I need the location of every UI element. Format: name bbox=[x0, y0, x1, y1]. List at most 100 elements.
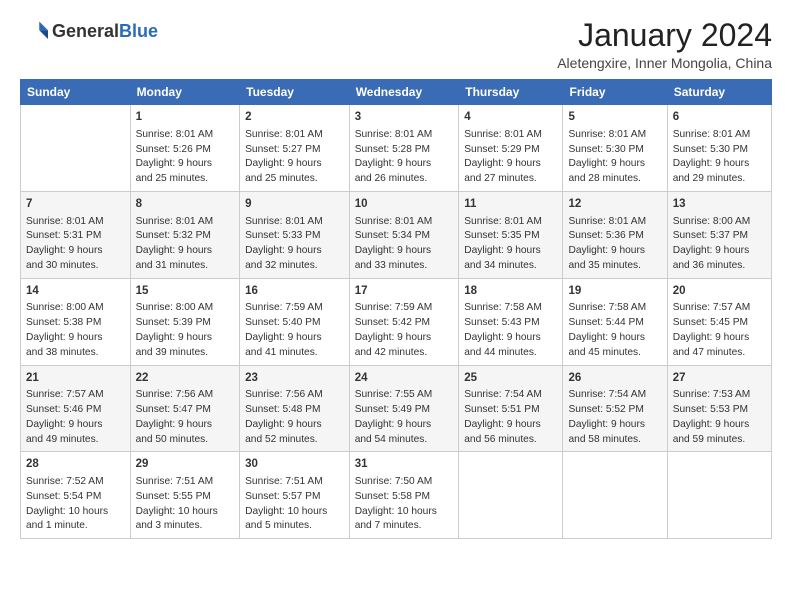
cell-text: and 33 minutes. bbox=[355, 259, 454, 274]
page: GeneralBlue January 2024 Aletengxire, In… bbox=[0, 0, 792, 549]
cell-text: and 49 minutes. bbox=[26, 433, 125, 448]
date-number: 10 bbox=[355, 196, 454, 213]
date-number: 11 bbox=[464, 196, 557, 213]
cell-text: Sunrise: 8:01 AM bbox=[245, 215, 344, 230]
calendar-cell bbox=[21, 105, 131, 192]
cell-text: and 32 minutes. bbox=[245, 259, 344, 274]
cell-text: Daylight: 9 hours bbox=[245, 157, 344, 172]
date-number: 23 bbox=[245, 370, 344, 387]
cell-text: Sunset: 5:47 PM bbox=[136, 403, 235, 418]
cell-text: Sunset: 5:44 PM bbox=[568, 316, 661, 331]
cell-text: and 25 minutes. bbox=[136, 172, 235, 187]
cell-text: and 52 minutes. bbox=[245, 433, 344, 448]
calendar-cell: 28Sunrise: 7:52 AMSunset: 5:54 PMDayligh… bbox=[21, 452, 131, 539]
title-block: January 2024 Aletengxire, Inner Mongolia… bbox=[557, 18, 772, 71]
cell-text: Sunrise: 8:00 AM bbox=[26, 301, 125, 316]
cell-text: Daylight: 10 hours bbox=[26, 505, 125, 520]
cell-text: Daylight: 9 hours bbox=[245, 418, 344, 433]
cell-text: Sunrise: 8:01 AM bbox=[464, 215, 557, 230]
day-header-friday: Friday bbox=[563, 80, 667, 105]
date-number: 28 bbox=[26, 456, 125, 473]
calendar-cell: 24Sunrise: 7:55 AMSunset: 5:49 PMDayligh… bbox=[349, 365, 459, 452]
cell-text: Daylight: 9 hours bbox=[355, 244, 454, 259]
cell-text: Sunset: 5:42 PM bbox=[355, 316, 454, 331]
cell-text: Daylight: 9 hours bbox=[355, 418, 454, 433]
date-number: 21 bbox=[26, 370, 125, 387]
calendar-week-row: 21Sunrise: 7:57 AMSunset: 5:46 PMDayligh… bbox=[21, 365, 772, 452]
cell-text: Daylight: 10 hours bbox=[355, 505, 454, 520]
date-number: 3 bbox=[355, 109, 454, 126]
cell-text: Daylight: 9 hours bbox=[673, 244, 766, 259]
calendar-cell: 19Sunrise: 7:58 AMSunset: 5:44 PMDayligh… bbox=[563, 278, 667, 365]
date-number: 17 bbox=[355, 283, 454, 300]
cell-text: Daylight: 9 hours bbox=[26, 418, 125, 433]
cell-text: Sunrise: 7:51 AM bbox=[136, 475, 235, 490]
cell-text: Sunrise: 7:50 AM bbox=[355, 475, 454, 490]
calendar-cell bbox=[667, 452, 771, 539]
cell-text: Sunset: 5:43 PM bbox=[464, 316, 557, 331]
day-header-monday: Monday bbox=[130, 80, 240, 105]
cell-text: and 30 minutes. bbox=[26, 259, 125, 274]
cell-text: Sunset: 5:33 PM bbox=[245, 229, 344, 244]
cell-text: and 35 minutes. bbox=[568, 259, 661, 274]
date-number: 30 bbox=[245, 456, 344, 473]
cell-text: Sunset: 5:30 PM bbox=[568, 143, 661, 158]
day-header-saturday: Saturday bbox=[667, 80, 771, 105]
date-number: 18 bbox=[464, 283, 557, 300]
header: GeneralBlue January 2024 Aletengxire, In… bbox=[20, 18, 772, 71]
calendar-cell: 1Sunrise: 8:01 AMSunset: 5:26 PMDaylight… bbox=[130, 105, 240, 192]
cell-text: Sunrise: 8:00 AM bbox=[136, 301, 235, 316]
cell-text: Sunset: 5:58 PM bbox=[355, 490, 454, 505]
cell-text: Sunrise: 7:59 AM bbox=[355, 301, 454, 316]
calendar-cell: 30Sunrise: 7:51 AMSunset: 5:57 PMDayligh… bbox=[240, 452, 350, 539]
calendar-cell: 25Sunrise: 7:54 AMSunset: 5:51 PMDayligh… bbox=[459, 365, 563, 452]
cell-text: Sunset: 5:49 PM bbox=[355, 403, 454, 418]
cell-text: and 54 minutes. bbox=[355, 433, 454, 448]
cell-text: Sunset: 5:57 PM bbox=[245, 490, 344, 505]
calendar-week-row: 1Sunrise: 8:01 AMSunset: 5:26 PMDaylight… bbox=[21, 105, 772, 192]
cell-text: Daylight: 9 hours bbox=[245, 331, 344, 346]
cell-text: Sunset: 5:29 PM bbox=[464, 143, 557, 158]
cell-text: Sunrise: 7:56 AM bbox=[245, 388, 344, 403]
cell-text: Sunset: 5:46 PM bbox=[26, 403, 125, 418]
cell-text: Daylight: 9 hours bbox=[245, 244, 344, 259]
cell-text: Daylight: 9 hours bbox=[464, 418, 557, 433]
date-number: 26 bbox=[568, 370, 661, 387]
cell-text: and 1 minute. bbox=[26, 519, 125, 534]
cell-text: and 59 minutes. bbox=[673, 433, 766, 448]
cell-text: and 26 minutes. bbox=[355, 172, 454, 187]
cell-text: Daylight: 9 hours bbox=[568, 418, 661, 433]
cell-text: Sunrise: 8:01 AM bbox=[464, 128, 557, 143]
cell-text: Sunset: 5:32 PM bbox=[136, 229, 235, 244]
cell-text: and 42 minutes. bbox=[355, 346, 454, 361]
cell-text: Sunrise: 8:01 AM bbox=[568, 128, 661, 143]
calendar-cell: 23Sunrise: 7:56 AMSunset: 5:48 PMDayligh… bbox=[240, 365, 350, 452]
calendar-week-row: 14Sunrise: 8:00 AMSunset: 5:38 PMDayligh… bbox=[21, 278, 772, 365]
logo-blue-text: Blue bbox=[119, 21, 158, 41]
calendar-week-row: 28Sunrise: 7:52 AMSunset: 5:54 PMDayligh… bbox=[21, 452, 772, 539]
cell-text: Sunset: 5:31 PM bbox=[26, 229, 125, 244]
date-number: 4 bbox=[464, 109, 557, 126]
calendar-cell: 7Sunrise: 8:01 AMSunset: 5:31 PMDaylight… bbox=[21, 191, 131, 278]
cell-text: Daylight: 9 hours bbox=[355, 157, 454, 172]
cell-text: and 44 minutes. bbox=[464, 346, 557, 361]
calendar-header-row: SundayMondayTuesdayWednesdayThursdayFrid… bbox=[21, 80, 772, 105]
calendar-cell: 15Sunrise: 8:00 AMSunset: 5:39 PMDayligh… bbox=[130, 278, 240, 365]
date-number: 6 bbox=[673, 109, 766, 126]
cell-text: Sunrise: 7:52 AM bbox=[26, 475, 125, 490]
cell-text: Sunrise: 7:51 AM bbox=[245, 475, 344, 490]
calendar-table: SundayMondayTuesdayWednesdayThursdayFrid… bbox=[20, 79, 772, 539]
cell-text: Sunset: 5:52 PM bbox=[568, 403, 661, 418]
cell-text: Daylight: 9 hours bbox=[136, 244, 235, 259]
cell-text: Daylight: 9 hours bbox=[26, 244, 125, 259]
calendar-cell: 18Sunrise: 7:58 AMSunset: 5:43 PMDayligh… bbox=[459, 278, 563, 365]
cell-text: Daylight: 9 hours bbox=[464, 244, 557, 259]
logo-icon bbox=[20, 18, 48, 46]
cell-text: Daylight: 9 hours bbox=[26, 331, 125, 346]
cell-text: Sunrise: 8:00 AM bbox=[673, 215, 766, 230]
cell-text: and 39 minutes. bbox=[136, 346, 235, 361]
cell-text: Sunrise: 8:01 AM bbox=[26, 215, 125, 230]
cell-text: Sunset: 5:40 PM bbox=[245, 316, 344, 331]
day-header-wednesday: Wednesday bbox=[349, 80, 459, 105]
date-number: 9 bbox=[245, 196, 344, 213]
